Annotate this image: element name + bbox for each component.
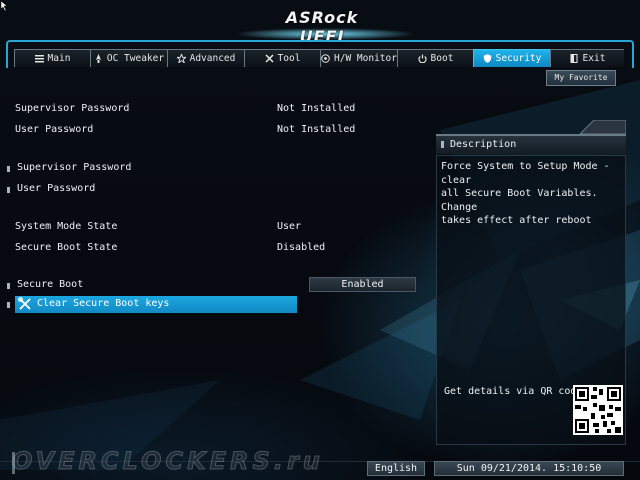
monitor-icon bbox=[321, 54, 330, 63]
clear-secure-boot-keys-label: Clear Secure Boot keys bbox=[37, 298, 170, 309]
row-marker bbox=[7, 302, 10, 308]
datetime-display: Sun 09/21/2014. 15:10:50 bbox=[434, 461, 624, 476]
power-icon bbox=[417, 54, 427, 63]
asrock-uefi-logo: ASRock UEFI bbox=[285, 8, 359, 46]
tab-exit-label: Exit bbox=[582, 52, 606, 64]
user-password-info-label: User Password bbox=[15, 124, 94, 135]
tab-security-label: Security bbox=[495, 52, 542, 64]
exit-icon bbox=[570, 54, 578, 63]
tab-hw-monitor[interactable]: H/W Monitor bbox=[320, 49, 397, 67]
row-marker bbox=[7, 187, 10, 193]
user-password-status: Not Installed bbox=[277, 124, 356, 135]
tab-hw-monitor-label: H/W Monitor bbox=[334, 52, 397, 64]
description-text: Force System to Setup Mode - clear all S… bbox=[441, 161, 610, 226]
tab-exit[interactable]: Exit bbox=[550, 49, 624, 67]
secure-boot-label: Secure Boot bbox=[17, 279, 84, 290]
shield-icon bbox=[483, 54, 491, 63]
tab-main-label: Main bbox=[47, 52, 71, 64]
language-button[interactable]: English bbox=[367, 461, 425, 476]
set-supervisor-password-item[interactable]: Supervisor Password bbox=[17, 162, 131, 174]
tab-security[interactable]: Security bbox=[473, 49, 550, 67]
set-user-password-item[interactable]: User Password bbox=[17, 183, 95, 195]
star-icon bbox=[176, 54, 186, 63]
tab-tool[interactable]: Tool bbox=[244, 49, 320, 67]
wrench-icon bbox=[18, 297, 31, 310]
secure-boot-select[interactable]: Enabled bbox=[309, 277, 416, 292]
qr-code-icon bbox=[573, 385, 623, 435]
description-marker bbox=[441, 141, 444, 148]
tools-icon bbox=[265, 54, 274, 63]
secure-boot-state-value: Disabled bbox=[277, 242, 326, 253]
mouse-cursor-icon bbox=[1, 1, 8, 11]
overclockers-watermark: OVERCLOCKERS.ru bbox=[12, 447, 324, 476]
tab-tool-label: Tool bbox=[277, 52, 301, 64]
list-icon bbox=[34, 55, 44, 63]
supervisor-password-info-label: Supervisor Password bbox=[15, 103, 130, 114]
tab-oc-tweaker[interactable]: OC Tweaker bbox=[90, 49, 167, 67]
tab-advanced-label: Advanced bbox=[189, 52, 236, 64]
tab-advanced[interactable]: Advanced bbox=[167, 49, 244, 67]
supervisor-password-status: Not Installed bbox=[277, 103, 356, 114]
description-title: Description bbox=[450, 139, 517, 150]
secure-boot-state-label: Secure Boot State bbox=[15, 242, 118, 253]
my-favorite-button[interactable]: My Favorite bbox=[546, 70, 616, 86]
rocket-icon bbox=[95, 54, 101, 63]
tab-oc-tweaker-label: OC Tweaker bbox=[106, 52, 165, 64]
qr-code-label: Get details via QR code bbox=[444, 386, 583, 397]
tab-bar: Main OC Tweaker Advanced Tool H/W Monito… bbox=[14, 49, 624, 67]
row-marker bbox=[7, 283, 10, 289]
row-marker bbox=[7, 166, 10, 172]
tab-main[interactable]: Main bbox=[14, 49, 90, 67]
system-mode-state-label: System Mode State bbox=[15, 221, 118, 232]
tab-boot-label: Boot bbox=[430, 52, 454, 64]
tab-boot[interactable]: Boot bbox=[397, 49, 473, 67]
system-mode-state-value: User bbox=[277, 221, 302, 232]
